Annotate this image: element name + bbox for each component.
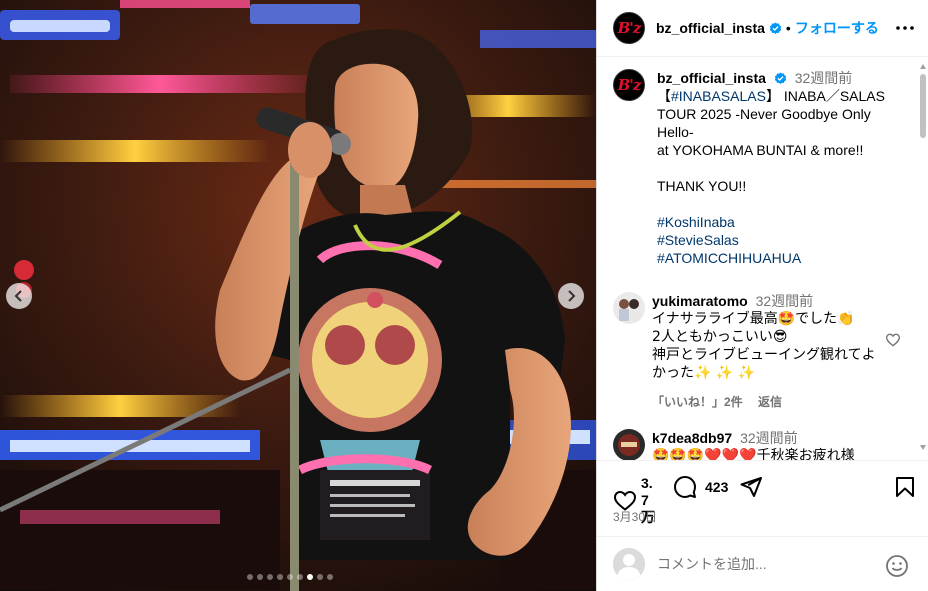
follow-button[interactable]: フォローする [795, 18, 879, 38]
header-separator: • [785, 20, 791, 36]
concert-photo [0, 0, 596, 591]
carousel-dot [257, 574, 263, 580]
commenter-username[interactable]: yukimaratomo [652, 293, 748, 309]
verified-badge-icon [769, 21, 782, 34]
hashtag-link[interactable]: #ATOMICCHIHUAHUA [657, 249, 907, 267]
comment-meta: 「いいね！」2件 返信 [652, 393, 884, 411]
carousel-dot [267, 574, 273, 580]
author-username[interactable]: bz_official_insta [656, 20, 765, 36]
author-avatar[interactable]: B'z [613, 12, 645, 44]
carousel-dot [317, 574, 323, 580]
carousel-indicator [247, 574, 333, 580]
comment-item: yukimaratomo 32週間前 イナサラライブ最高🤩でした👏 2人ともかっ… [613, 292, 913, 411]
commenter-username[interactable]: k7dea8db97 [652, 430, 732, 446]
add-comment-bar [597, 536, 928, 591]
comment-item: k7dea8db97 32週間前 🤩🤩🤩❤️❤️❤️千秋楽お疲れ様 [613, 429, 913, 460]
bookmark-icon [896, 477, 914, 497]
comment-text: 🤩🤩🤩❤️❤️❤️千秋楽お疲れ様 [652, 448, 855, 460]
comment-time[interactable]: 32週間前 [756, 293, 814, 309]
caption-author-avatar[interactable]: B'z [613, 69, 645, 101]
comment-text: かった✨ ✨ ✨ [652, 365, 756, 381]
comment-like-heart-icon[interactable] [885, 332, 901, 348]
more-options-icon[interactable] [895, 18, 915, 38]
carousel-dot [277, 574, 283, 580]
comment-button[interactable]: 423 [673, 475, 728, 499]
commenter-avatar[interactable] [613, 292, 645, 324]
caption-username[interactable]: bz_official_insta [657, 70, 766, 86]
caption-line: TOUR 2025 -Never Goodbye Only [657, 106, 871, 122]
caption-line: 【#INABASALAS】 INABA／SALAS [657, 88, 885, 104]
chevron-right-icon [568, 290, 576, 302]
comment-bubble-icon [674, 476, 696, 498]
reply-button[interactable]: 返信 [758, 395, 782, 409]
chevron-left-icon [14, 290, 22, 302]
hashtag-link[interactable]: #KoshiInaba [657, 213, 907, 231]
carousel-dot [247, 574, 253, 580]
caption-time[interactable]: 32週間前 [795, 70, 853, 86]
comments-scroll-area[interactable]: B'z bz_official_insta 32週間前 【#INABASALAS… [597, 57, 928, 460]
save-button[interactable] [893, 475, 917, 499]
next-image-button[interactable] [558, 283, 584, 309]
post-caption: B'z bz_official_insta 32週間前 【#INABASALAS… [613, 69, 909, 267]
hashtag-link[interactable]: #INABASALAS [671, 88, 766, 104]
carousel-dot [307, 574, 313, 580]
carousel-dot [287, 574, 293, 580]
post-side-panel: B'z bz_official_insta • フォローする B'z bz_of… [596, 0, 928, 591]
carousel-dot [327, 574, 333, 580]
share-button[interactable] [739, 475, 763, 499]
emoji-icon[interactable] [885, 554, 909, 578]
share-paper-plane-icon [740, 477, 762, 497]
comment-time[interactable]: 32週間前 [740, 430, 798, 446]
previous-image-button[interactable] [6, 283, 32, 309]
comment-text: 神戸とライブビューイング観れてよ [652, 347, 876, 363]
scrollbar-thumb[interactable] [920, 74, 926, 138]
caption-line: Hello- [657, 124, 694, 140]
commenter-avatar[interactable] [613, 429, 645, 460]
hashtag-link[interactable]: #StevieSalas [657, 231, 907, 249]
comment-likes-link[interactable]: 「いいね！」2件 [652, 395, 743, 409]
current-user-avatar [613, 548, 645, 580]
comments-count: 423 [705, 478, 729, 495]
comment-text: イナサラライブ最高🤩でした👏 [652, 311, 855, 327]
carousel-dot [297, 574, 303, 580]
post-date[interactable]: 3月30日 [613, 508, 657, 525]
caption-line: at YOKOHAMA BUNTAI & more!! [657, 142, 864, 158]
verified-badge-icon [774, 72, 786, 84]
caption-line: THANK YOU!! [657, 178, 747, 194]
scrollbar[interactable] [920, 64, 926, 450]
post-photo[interactable] [0, 0, 596, 591]
post-header: B'z bz_official_insta • フォローする [597, 0, 928, 57]
add-comment-input[interactable] [657, 556, 877, 572]
comment-text: 2人ともかっこいい😎 [652, 329, 788, 345]
